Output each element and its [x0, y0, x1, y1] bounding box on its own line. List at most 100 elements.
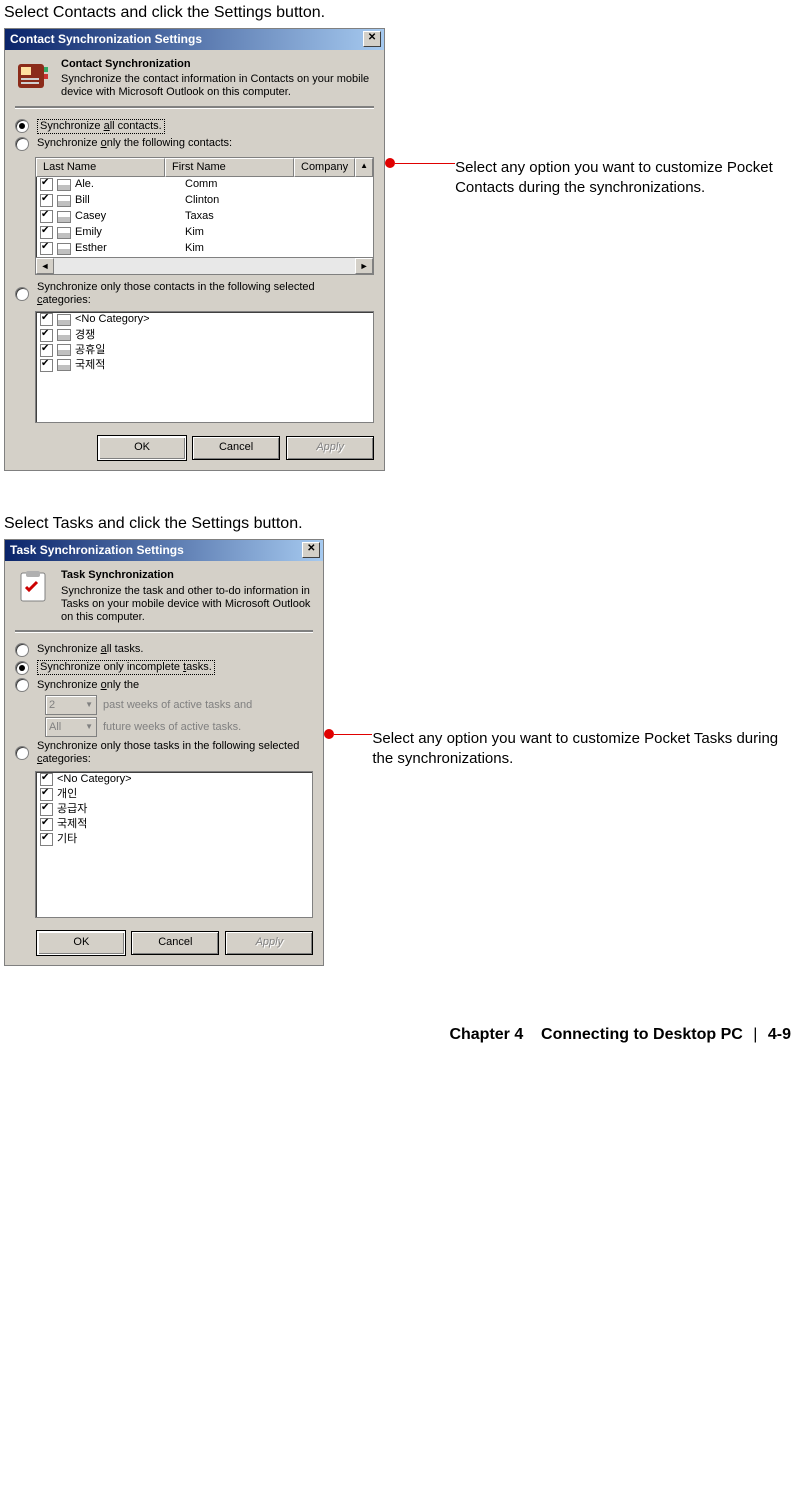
category-label: 기타 [57, 833, 77, 846]
future-weeks-combo[interactable]: All▼ [45, 717, 97, 737]
checkbox-icon[interactable] [40, 242, 53, 255]
annotation-tasks: Select any option you want to customize … [324, 729, 801, 768]
cell-lastname: Esther [75, 242, 185, 255]
option-sync-all-tasks[interactable]: Synchronize all tasks. [15, 643, 313, 657]
list-item[interactable]: 개인 [36, 787, 312, 802]
t4-pre: Synchronize only those tasks in the foll… [37, 740, 299, 752]
t3-post: nly the [107, 679, 139, 691]
card-icon [57, 359, 71, 371]
task-categories-list: <No Category> 개인 공급자 국제적 기타 [35, 771, 313, 918]
list-item[interactable]: 공휴일 [36, 343, 373, 358]
cell-firstname: Clinton [185, 194, 295, 207]
titlebar: Contact Synchronization Settings ✕ [5, 29, 384, 50]
task-sync-settings-dialog: Task Synchronization Settings ✕ Task Syn… [4, 539, 324, 965]
checkbox-icon[interactable] [40, 344, 53, 357]
table-row[interactable]: Casey Taxas [36, 209, 373, 225]
option-sync-categories[interactable]: Synchronize only those tasks in the foll… [15, 740, 313, 766]
cancel-button[interactable]: Cancel [192, 436, 280, 460]
list-item[interactable]: <No Category> [36, 772, 312, 787]
option-sync-only-the[interactable]: Synchronize only the [15, 678, 313, 692]
list-item[interactable]: 경쟁 [36, 328, 373, 343]
checkbox-icon[interactable] [40, 194, 53, 207]
table-row[interactable]: Emily Kim [36, 225, 373, 241]
divider [15, 630, 313, 633]
cancel-button[interactable]: Cancel [131, 931, 219, 955]
contacts-icon [15, 58, 51, 94]
checkbox-icon[interactable] [40, 833, 53, 846]
card-icon [57, 179, 71, 191]
apply-button[interactable]: Apply [225, 931, 313, 955]
apply-button[interactable]: Apply [286, 436, 374, 460]
list-item[interactable]: 기타 [36, 832, 312, 847]
list-item[interactable]: 공급자 [36, 802, 312, 817]
checkbox-icon[interactable] [40, 178, 53, 191]
card-icon [57, 344, 71, 356]
checkbox-icon[interactable] [40, 313, 53, 326]
annotation-text: Select any option you want to customize … [455, 158, 801, 197]
annotation-contacts: Select any option you want to customize … [385, 158, 801, 197]
opt3-post: ategories: [43, 294, 91, 306]
t2-post: asks. [186, 661, 212, 673]
checkbox-icon[interactable] [40, 226, 53, 239]
horizontal-scrollbar[interactable]: ◄ ► [36, 257, 373, 274]
scroll-right-icon[interactable]: ► [355, 258, 373, 274]
option-sync-incomplete-tasks[interactable]: Synchronize only incomplete tasks. [15, 660, 313, 675]
table-row[interactable]: Esther Kim [36, 241, 373, 257]
table-row[interactable]: Bill Clinton [36, 193, 373, 209]
option-sync-only-following[interactable]: Synchronize only the following contacts: [15, 137, 374, 151]
opt1-post: ll contacts. [110, 120, 162, 132]
categories-list: <No Category> 경쟁 공휴일 국제적 [35, 311, 374, 423]
cell-lastname: Casey [75, 210, 185, 223]
checkbox-icon[interactable] [40, 818, 53, 831]
checkbox-icon[interactable] [40, 773, 53, 786]
checkbox-icon[interactable] [40, 788, 53, 801]
list-item[interactable]: 국제적 [36, 358, 373, 373]
card-icon [57, 227, 71, 239]
subopt-past-weeks: 2▼ past weeks of active tasks and [45, 695, 313, 715]
close-button[interactable]: ✕ [302, 542, 320, 558]
list-item[interactable]: <No Category> [36, 312, 373, 327]
checkbox-icon[interactable] [40, 359, 53, 372]
header-subtitle: Synchronize the task and other to-do inf… [61, 585, 313, 625]
cell-lastname: Bill [75, 194, 185, 207]
past-weeks-combo[interactable]: 2▼ [45, 695, 97, 715]
category-label: 개인 [57, 788, 77, 801]
subopt-label: future weeks of active tasks. [103, 721, 241, 734]
scroll-left-icon[interactable]: ◄ [36, 258, 54, 274]
table-row[interactable]: Ale. Comm [36, 177, 373, 193]
contact-sync-settings-dialog: Contact Synchronization Settings ✕ Conta… [4, 28, 385, 471]
close-button[interactable]: ✕ [363, 31, 381, 47]
category-label: 경쟁 [75, 329, 95, 342]
cell-firstname: Taxas [185, 210, 295, 223]
titlebar: Task Synchronization Settings ✕ [5, 540, 323, 561]
category-label: 국제적 [57, 818, 87, 831]
header-title: Task Synchronization [61, 569, 313, 582]
radio-icon [15, 661, 29, 675]
checkbox-icon[interactable] [40, 803, 53, 816]
list-item[interactable]: 국제적 [36, 817, 312, 832]
card-icon [57, 314, 71, 326]
radio-icon [15, 643, 29, 657]
radio-icon [15, 137, 29, 151]
col-firstname[interactable]: First Name [165, 158, 294, 177]
t2-pre: Synchronize only incomplete [40, 661, 183, 673]
callout-line [395, 163, 455, 164]
contacts-table: Last Name First Name Company ▲ Ale. Comm [35, 157, 374, 275]
page-footer: Chapter 4 Connecting to Desktop PC | 4-9 [4, 966, 801, 1054]
t1-pre: Synchronize [37, 643, 101, 655]
footer-chapter: Chapter 4 [449, 1026, 523, 1043]
checkbox-icon[interactable] [40, 210, 53, 223]
col-lastname[interactable]: Last Name [36, 158, 165, 177]
radio-icon [15, 119, 29, 133]
scroll-up-icon[interactable]: ▲ [355, 158, 373, 177]
ok-button[interactable]: OK [37, 931, 125, 955]
category-label: 국제적 [75, 359, 105, 372]
category-label: <No Category> [57, 773, 132, 786]
option-sync-categories[interactable]: Synchronize only those contacts in the f… [15, 281, 374, 307]
instruction-tasks: Select Tasks and click the Settings butt… [4, 515, 801, 533]
subopt-label: past weeks of active tasks and [103, 699, 252, 712]
checkbox-icon[interactable] [40, 329, 53, 342]
ok-button[interactable]: OK [98, 436, 186, 460]
col-company[interactable]: Company [294, 158, 355, 177]
option-sync-all-contacts[interactable]: Synchronize all contacts. [15, 119, 374, 134]
